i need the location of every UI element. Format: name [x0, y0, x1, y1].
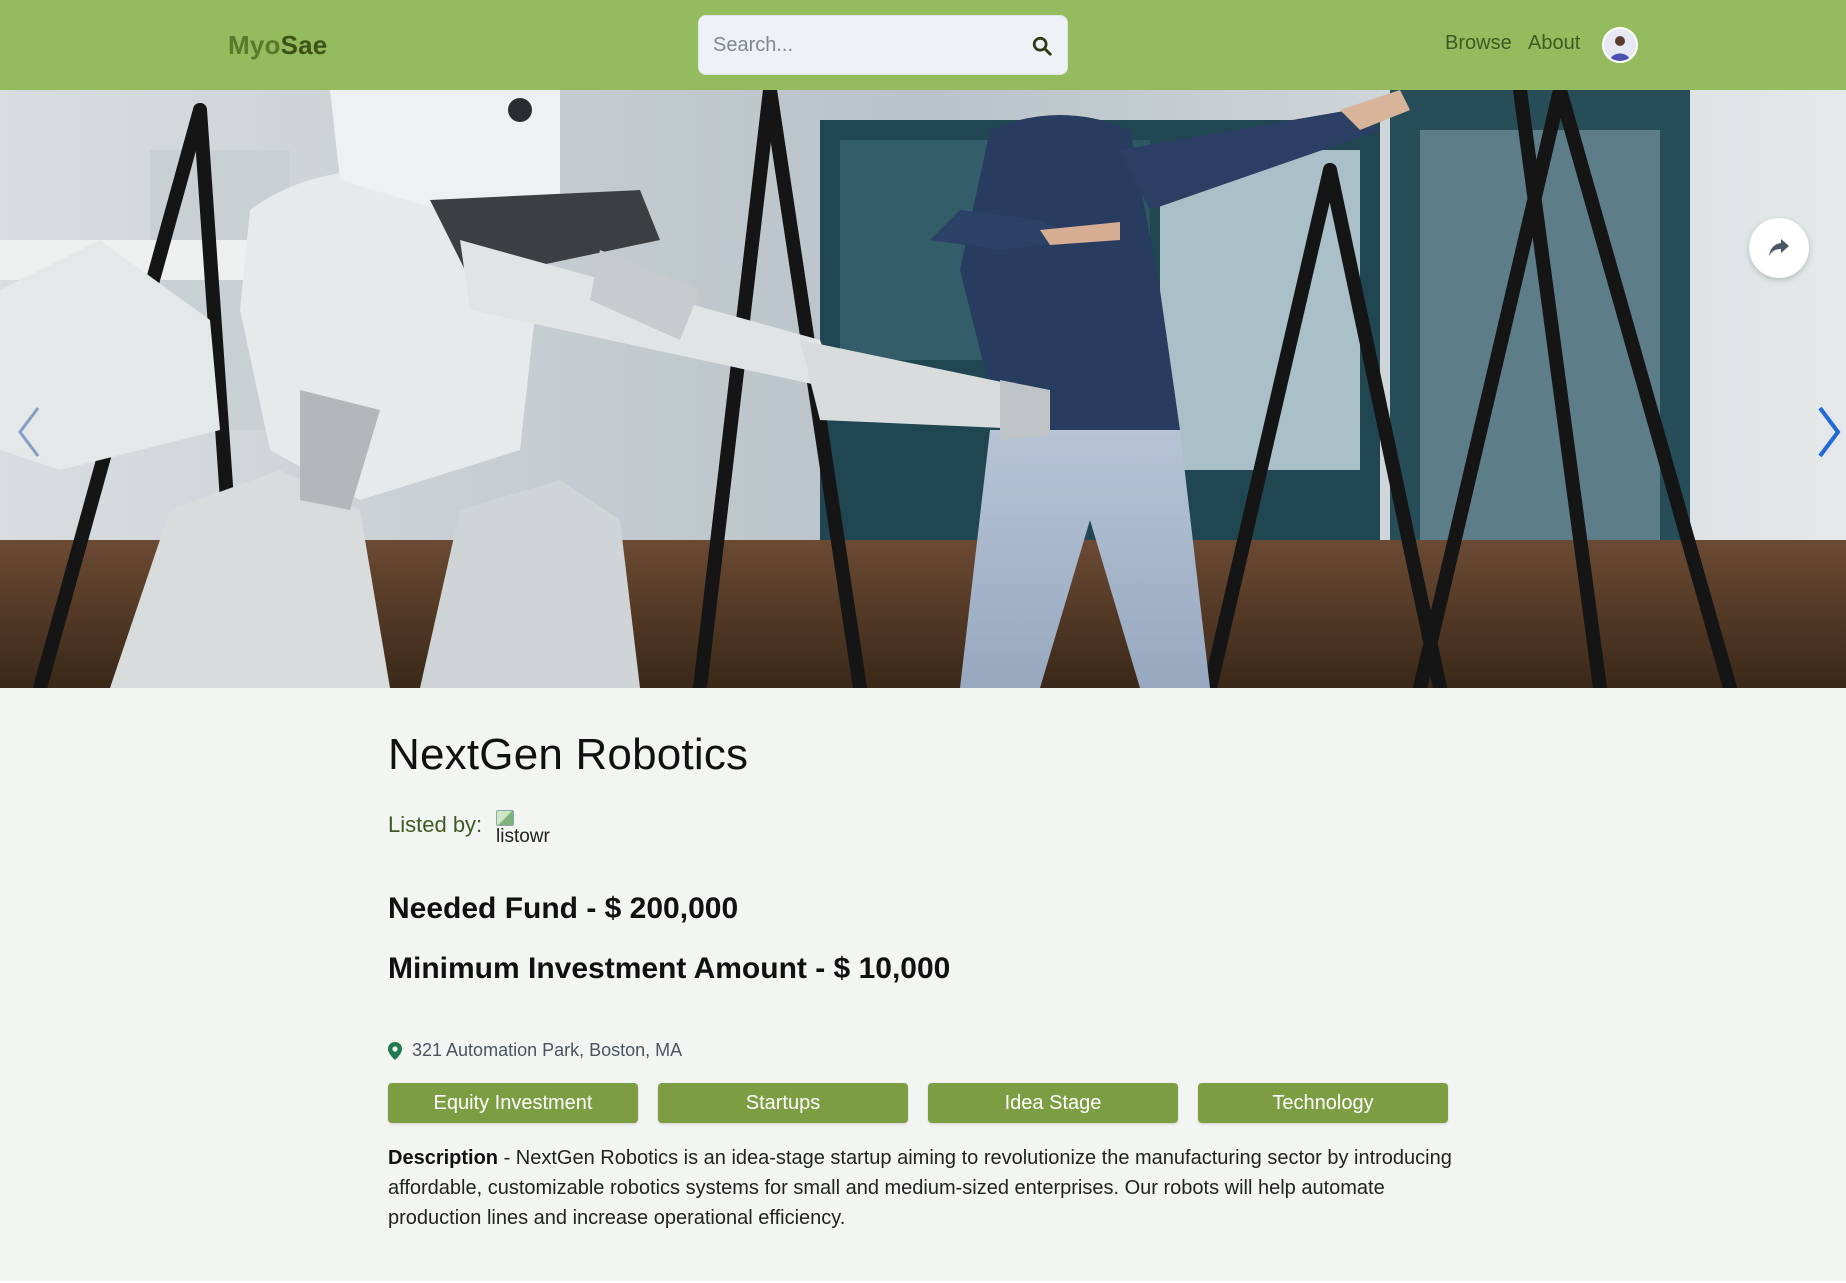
- search-box: [698, 15, 1068, 75]
- hero-photo: [0, 90, 1846, 688]
- listed-by-label: Listed by:: [388, 812, 483, 837]
- nav-about-link[interactable]: About: [1528, 32, 1580, 55]
- chevron-left-icon: [18, 407, 40, 457]
- listed-by-alt-text: listowr: [496, 826, 550, 847]
- share-button[interactable]: [1749, 218, 1809, 278]
- location: 321 Automation Park, Boston, MA: [388, 1040, 682, 1061]
- user-avatar-icon: [1604, 29, 1636, 61]
- listing-description: Description - NextGen Robotics is an ide…: [388, 1143, 1458, 1233]
- tag-technology[interactable]: Technology: [1198, 1083, 1448, 1123]
- description-text: - NextGen Robotics is an idea-stage star…: [388, 1147, 1452, 1229]
- search-icon[interactable]: [1031, 35, 1053, 57]
- tag-list: Equity Investment Startups Idea Stage Te…: [388, 1083, 1450, 1125]
- tag-idea-stage[interactable]: Idea Stage: [928, 1083, 1178, 1123]
- listed-by-image[interactable]: listowr: [496, 810, 566, 854]
- brand-part-2: Sae: [280, 30, 328, 60]
- carousel-prev-button[interactable]: [10, 402, 50, 462]
- tag-startups[interactable]: Startups: [658, 1083, 908, 1123]
- description-label: Description: [388, 1147, 499, 1169]
- brand-logo[interactable]: MyoSae: [228, 30, 327, 61]
- broken-image-icon: [496, 810, 514, 826]
- needed-fund: Needed Fund - $ 200,000: [388, 892, 739, 925]
- user-avatar[interactable]: [1602, 27, 1638, 63]
- nav-browse-link[interactable]: Browse: [1445, 32, 1512, 55]
- hero-image-carousel: [0, 90, 1846, 688]
- top-navbar: MyoSae Browse About: [0, 0, 1846, 90]
- search-input[interactable]: [713, 16, 1013, 74]
- chevron-right-icon: [1818, 406, 1841, 458]
- carousel-next-button[interactable]: [1808, 402, 1846, 462]
- minimum-investment: Minimum Investment Amount - $ 10,000: [388, 952, 951, 985]
- listing-details: NextGen Robotics Listed by: listowr Need…: [388, 730, 1458, 1229]
- listing-title: NextGen Robotics: [388, 730, 749, 779]
- location-text: 321 Automation Park, Boston, MA: [412, 1040, 683, 1060]
- map-pin-icon: [388, 1041, 402, 1060]
- brand-part-1: Myo: [228, 30, 281, 60]
- share-icon: [1769, 239, 1789, 256]
- tag-equity-investment[interactable]: Equity Investment: [388, 1083, 638, 1123]
